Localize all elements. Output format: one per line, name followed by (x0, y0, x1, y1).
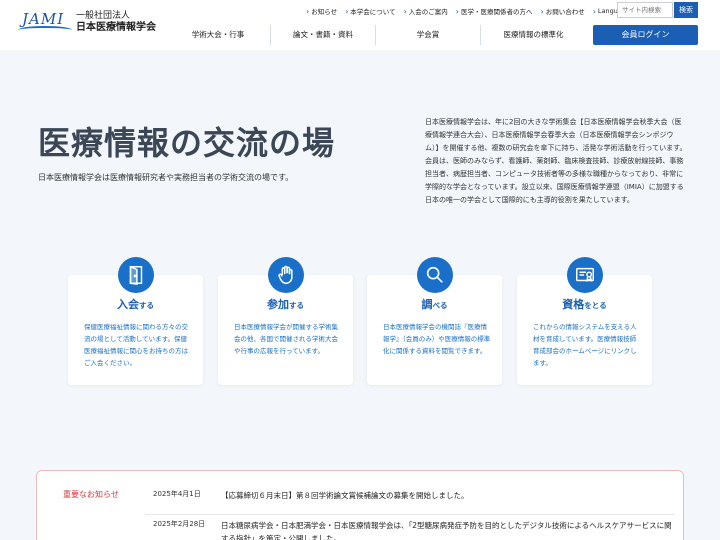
hero-description: 日本医療情報学会は、年に2回の大きな学術集会【日本医療情報学会秋季大会（医療情報… (425, 118, 687, 204)
card-certification-title-main: 資格 (562, 298, 585, 311)
card-participate-title: 参加する (218, 296, 353, 312)
nav-awards[interactable]: 学会賞 (376, 25, 481, 45)
logo-swoosh-icon (18, 26, 72, 34)
card-research-title-suffix: べる (432, 301, 448, 310)
util-link-medical[interactable]: 医学・医療関係者の方へ (456, 6, 533, 16)
card-participate[interactable]: 参加する 日本医療情報学会が開催する学術集会の他、各国で開催される学術大会や行事… (218, 257, 353, 385)
card-participate-title-main: 参加 (267, 298, 289, 311)
site-search-input[interactable] (617, 2, 673, 18)
nav-standardization[interactable]: 医療情報の標準化 (481, 25, 586, 45)
logo-text: 一般社団法人 日本医療情報学会 (76, 10, 156, 34)
important-news-panel: 重要なお知らせ 2025年4月1日 【応募締切６月末日】第８回学術論文賞候補論文… (36, 470, 684, 540)
card-join[interactable]: 入会する 保健医療福祉情報に関わる方々の交流の場として活動しています。保健医療福… (68, 257, 203, 385)
card-research-title-main: 調 (421, 298, 433, 311)
news-link[interactable]: 日本糖尿病学会・日本肥満学会・日本医療情報学会は、「2型糖尿病発症予防を目的とし… (221, 519, 677, 540)
org-type: 一般社団法人 (76, 11, 131, 21)
card-certification-title: 資格をとる (517, 296, 652, 312)
news-item[interactable]: 2025年4月1日 【応募締切６月末日】第８回学術論文賞候補論文の募集を開始しま… (145, 489, 675, 515)
site-header: JAMI 一般社団法人 日本医療情報学会 お知らせ 本学会について 入会のご案内… (0, 0, 720, 50)
site-logo[interactable]: JAMI 一般社団法人 日本医療情報学会 (18, 8, 156, 36)
util-link-news[interactable]: お知らせ (306, 6, 337, 16)
card-join-title-main: 入会 (117, 298, 139, 311)
org-name: 日本医療情報学会 (76, 22, 156, 33)
card-certification[interactable]: 資格をとる これからの情報システムを支える人材を育成しています。医療情報技師育成… (517, 257, 652, 385)
card-certification-title-suffix: をとる (584, 301, 607, 310)
util-link-about[interactable]: 本学会について (345, 6, 395, 16)
search-button[interactable]: 検索 (674, 2, 698, 18)
member-login-button[interactable]: 会員ログイン (593, 25, 698, 45)
card-join-body: 保健医療福祉情報に関わる方々の交流の場として活動しています。保健医療福祉情報に関… (84, 323, 188, 367)
util-link-membership[interactable]: 入会のご案内 (404, 6, 448, 16)
news-link[interactable]: 【応募締切６月末日】第８回学術論文賞候補論文の募集を開始しました。 (221, 489, 677, 502)
door-icon (117, 257, 154, 293)
nav-conferences[interactable]: 学術大会・行事 (166, 25, 271, 45)
raised-hand-icon (267, 257, 304, 293)
card-participate-body: 日本医療情報学会が開催する学術集会の他、各国で開催される学術大会や行事の広報を行… (234, 323, 338, 355)
utility-nav: お知らせ 本学会について 入会のご案内 医学・医療関係者の方へ お問い合わせ L… (306, 6, 638, 16)
card-research-title: 調べる (367, 296, 502, 312)
news-label: 重要なお知らせ (63, 490, 119, 499)
hero-subtitle: 日本医療情報学会は医療情報研究者や実務担当者の学術交流の場です。 (38, 173, 294, 182)
card-participate-title-suffix: する (289, 301, 304, 310)
card-research[interactable]: 調べる 日本医療情報学会の機関誌『医療情報学』（会員のみ）や医療情報の標準化に関… (367, 257, 502, 385)
magnifier-icon (416, 257, 453, 293)
card-research-body: 日本医療情報学会の機関誌『医療情報学』（会員のみ）や医療情報の標準化に関係する資… (383, 323, 491, 355)
news-date: 2025年2月28日 (153, 520, 206, 528)
jami-logo-mark: JAMI (18, 8, 72, 36)
card-join-title: 入会する (68, 296, 203, 312)
card-certification-body: これからの情報システムを支える人材を育成しています。医療情報技師育成部会のホーム… (533, 323, 637, 367)
main-nav: 学術大会・行事 論文・書籍・資料 学会賞 医療情報の標準化 (166, 25, 586, 45)
util-link-contact[interactable]: お問い合わせ (541, 6, 585, 16)
certificate-icon (566, 257, 603, 293)
card-join-title-suffix: する (139, 301, 154, 310)
news-date: 2025年4月1日 (153, 490, 201, 498)
nav-publications[interactable]: 論文・書籍・資料 (271, 25, 376, 45)
hero-title: 医療情報の交流の場 (38, 124, 336, 162)
